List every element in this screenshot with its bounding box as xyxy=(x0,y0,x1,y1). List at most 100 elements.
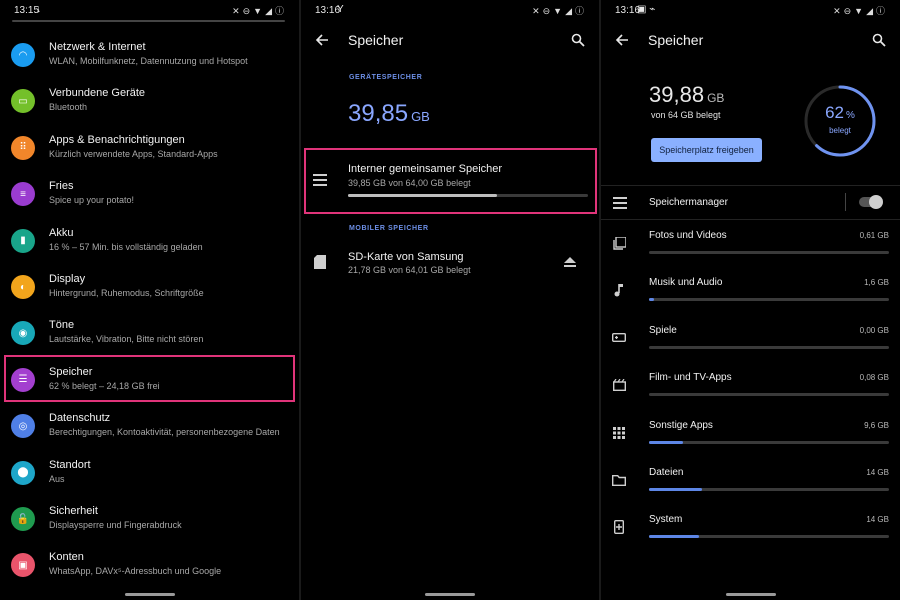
settings-item-title: Standort xyxy=(49,458,91,471)
category-title: Musik und Audio xyxy=(649,277,723,289)
settings-item[interactable]: ▣ Konten WhatsApp, DAVx⁵-Adressbuch und Go… xyxy=(0,546,299,592)
notification-icons: ▣ ⌁ xyxy=(637,4,656,15)
app-bar: Speicher xyxy=(301,24,599,56)
nav-handle[interactable] xyxy=(725,593,776,596)
category-progress-fill xyxy=(649,298,654,302)
category-progress xyxy=(649,393,889,397)
settings-item[interactable]: 🔓 Sicherheit Displaysperre und Fingerabdru… xyxy=(0,500,299,546)
settings-item-title: Datenschutz xyxy=(49,412,111,425)
category-row[interactable]: System 14 GB xyxy=(601,510,900,556)
settings-item-title: Töne xyxy=(49,319,75,332)
sd-card-row[interactable]: SD-Karte von Samsung 21,78 GB von 64,01 … xyxy=(301,245,599,285)
eject-icon[interactable] xyxy=(561,253,579,271)
toggle-divider xyxy=(845,193,846,211)
display-icon: ◐ xyxy=(11,275,35,299)
category-size: 0,08 GB xyxy=(859,373,889,383)
settings-item-sub: Spice up your potato! xyxy=(49,195,135,206)
free-up-space-button[interactable]: Speicherplatz freigeben xyxy=(651,138,762,162)
device-storage-total: 39,85 GB xyxy=(348,100,430,128)
ring-percentage: 62% xyxy=(803,103,877,123)
category-row[interactable]: Spiele 0,00 GB xyxy=(601,321,900,367)
fries-icon: ≡ xyxy=(11,182,35,207)
category-title: Film- und TV-Apps xyxy=(649,372,732,384)
settings-item-sub: Kürzlich verwendete Apps, Standard-Apps xyxy=(49,148,218,159)
category-progress-fill xyxy=(649,535,700,539)
settings-item-title: Konten xyxy=(49,551,84,564)
highlight-box xyxy=(304,148,597,214)
music-icon xyxy=(610,281,628,299)
system-icon xyxy=(610,518,628,536)
ring-value: 62 xyxy=(825,103,844,122)
category-row[interactable]: Film- und TV-Apps 0,08 GB xyxy=(601,368,900,414)
category-size: 1,6 GB xyxy=(864,278,889,288)
settings-panel: 13:15 ↓ ✕⊖▼◢ⓘ ◠ Netzwerk & Internet WLAN, … xyxy=(0,0,299,600)
settings-item[interactable]: ⠿ Apps & Benachrichtigungen Kürzlich verwe… xyxy=(0,129,299,175)
page-title: Speicher xyxy=(348,32,404,48)
app-bar: Speicher xyxy=(601,24,900,56)
apps-icon: ⠿ xyxy=(11,135,35,160)
settings-item[interactable]: ◉ Töne Lautstärke, Vibration, Bitte nicht … xyxy=(0,314,299,360)
settings-item-sub: WhatsApp, DAVx⁵-Adressbuch und Google xyxy=(49,566,222,577)
settings-item-sub: Lautstärke, Vibration, Bitte nicht störe… xyxy=(49,334,204,345)
category-row[interactable]: Sonstige Apps 9,6 GB xyxy=(601,416,900,462)
settings-item-title: Akku xyxy=(49,226,74,239)
highlight-box xyxy=(4,355,295,402)
category-row[interactable]: Dateien 14 GB xyxy=(601,463,900,509)
settings-item-sub: Bluetooth xyxy=(49,102,88,113)
search-bar-edge[interactable] xyxy=(12,20,285,22)
used-storage-sub: von 64 GB belegt xyxy=(651,110,721,120)
used-storage-value: 39,88 xyxy=(649,82,705,107)
settings-item-title: Apps & Benachrichtigungen xyxy=(49,133,185,146)
internal-storage-panel: 13:16 ▣ ⌁ ✕⊖▼◢ⓘ Speicher 39,88 GB von 64 … xyxy=(601,0,900,600)
category-row[interactable]: Musik und Audio 1,6 GB xyxy=(601,273,900,319)
photos-icon xyxy=(610,234,628,252)
status-icons: ✕⊖▼◢ⓘ xyxy=(833,6,888,16)
category-row[interactable]: Fotos und Videos 0,61 GB xyxy=(601,226,900,272)
storage-manager-toggle[interactable] xyxy=(859,195,883,209)
settings-item-sub: Displaysperre und Fingerabdruck xyxy=(49,520,182,530)
settings-item-title: Display xyxy=(49,273,86,285)
sd-card-title: SD-Karte von Samsung xyxy=(348,251,464,263)
lock-icon: 🔓 xyxy=(11,507,35,531)
devices-icon: ▭ xyxy=(11,89,35,114)
settings-item[interactable]: ◐ Display Hintergrund, Ruhemodus, Schriftg… xyxy=(0,268,299,314)
storage-manager-label: Speichermanager xyxy=(649,197,728,208)
separator xyxy=(601,219,900,220)
list-icon xyxy=(611,194,629,212)
status-bar: 13:15 ↓ ✕⊖▼◢ⓘ xyxy=(0,0,299,22)
settings-item-sub: Berechtigungen, Kontoaktivität, personen… xyxy=(49,427,280,438)
storage-manager-row[interactable]: Speichermanager xyxy=(601,186,900,219)
settings-item-title: Verbundene Geräte xyxy=(49,87,146,100)
settings-item[interactable]: ◠ Netzwerk & Internet WLAN, Mobilfunknetz,… xyxy=(0,36,299,82)
search-icon[interactable] xyxy=(868,29,890,51)
settings-item-title: Sicherheit xyxy=(49,505,98,517)
settings-item[interactable]: ≡ Fries Spice up your potato! xyxy=(0,175,299,221)
settings-item[interactable]: ▭ Verbundene Geräte Bluetooth xyxy=(0,82,299,128)
device-storage-value: 39,85 xyxy=(348,100,409,127)
category-title: Fotos und Videos xyxy=(649,230,727,241)
ring-sub: belegt xyxy=(829,126,851,135)
settings-item[interactable]: ▮ Akku 16 % – 57 Min. bis vollständig gela… xyxy=(0,222,299,268)
category-title: Sonstige Apps xyxy=(649,419,713,431)
search-icon[interactable] xyxy=(567,29,589,51)
category-title: Spiele xyxy=(649,324,677,336)
nav-handle[interactable] xyxy=(124,593,175,596)
settings-item[interactable]: ◎ Datenschutz Berechtigungen, Kontoaktivit… xyxy=(0,407,299,453)
sd-card-sub: 21,78 GB von 64,01 GB belegt xyxy=(348,265,471,275)
device-storage-unit: GB xyxy=(411,109,430,124)
settings-item[interactable]: ⬤ Standort Aus xyxy=(0,454,299,500)
apps-grid-icon xyxy=(610,424,628,442)
settings-item-sub: WLAN, Mobilfunknetz, Datennutzung und Ho… xyxy=(49,56,248,66)
category-progress xyxy=(649,345,889,349)
back-arrow-icon[interactable] xyxy=(611,29,633,51)
settings-item-title: Fries xyxy=(49,180,74,193)
category-progress xyxy=(649,298,889,302)
category-size: 0,61 GB xyxy=(859,231,889,240)
settings-item-sub: Hintergrund, Ruhemodus, Schriftgröße xyxy=(49,288,204,298)
used-storage-unit: GB xyxy=(707,91,725,105)
back-arrow-icon[interactable] xyxy=(311,29,333,51)
settings-item-sub: Aus xyxy=(49,473,65,484)
page-title: Speicher xyxy=(648,32,704,48)
category-progress xyxy=(649,440,889,444)
nav-handle[interactable] xyxy=(425,593,475,596)
